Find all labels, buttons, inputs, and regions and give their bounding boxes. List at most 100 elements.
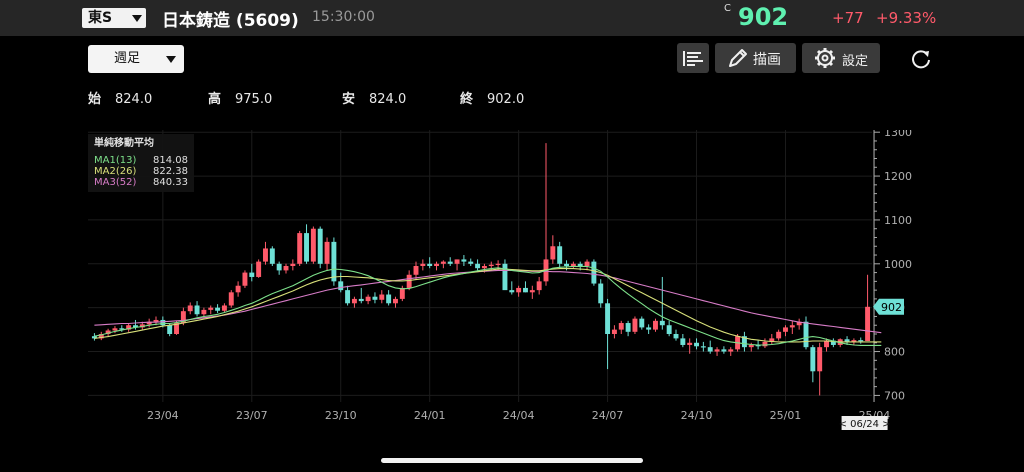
candle-body [591, 261, 597, 284]
candle-body [475, 263, 481, 269]
low-value: 824.0 [369, 92, 407, 107]
candle-body [365, 296, 371, 302]
current-date-label: < 06/24 > [839, 419, 891, 430]
candle-body [783, 327, 788, 332]
candle-body [256, 261, 262, 277]
candle-body [351, 298, 357, 304]
period-selector[interactable]: 週足 [88, 45, 184, 73]
ohlc-low: 安 824.0 [342, 88, 406, 107]
candle-body [488, 264, 494, 266]
ma1-line [94, 265, 882, 346]
candle-body [728, 349, 734, 352]
candle-body [605, 303, 611, 334]
candle-body [324, 241, 330, 264]
chevron-down-icon [132, 15, 142, 22]
market-selector[interactable]: 東S [82, 8, 146, 28]
candle-body [509, 290, 515, 293]
candle-body [495, 263, 501, 266]
candle-body [516, 287, 522, 293]
settings-button[interactable]: 設定 [802, 43, 880, 73]
candle-body [639, 318, 645, 328]
candle-body [331, 241, 337, 282]
candle-body [577, 263, 583, 266]
legend-item-label: MA1(13) [94, 155, 136, 166]
candle-body [611, 329, 617, 334]
candle-body [557, 246, 563, 264]
legend-item-value: 814.08 [153, 155, 188, 166]
price-label: C [724, 3, 731, 14]
candle-body [228, 292, 234, 306]
candle-body [817, 347, 823, 372]
open-label: 始 [88, 92, 102, 107]
legend-item-label: MA2(26) [94, 166, 136, 177]
x-tick-label: 23/04 [147, 409, 179, 422]
x-tick-label: 24/07 [592, 409, 624, 422]
x-tick-label: 23/10 [325, 409, 357, 422]
candle-body [550, 246, 556, 260]
candle-body [372, 296, 378, 300]
candle-body [167, 325, 173, 334]
candle-body [386, 294, 392, 304]
candle-body [263, 248, 268, 262]
candle-body [714, 349, 720, 352]
candle-body [666, 325, 672, 334]
candle-body [584, 261, 590, 266]
candle-body [406, 274, 412, 288]
ohlc-open: 始 824.0 [88, 88, 152, 107]
gear-icon [815, 48, 835, 68]
candle-body [215, 307, 221, 311]
candle-body [290, 263, 296, 266]
candle-body [249, 272, 255, 277]
candle-body [208, 307, 214, 310]
y-tick-label: 700 [884, 389, 905, 402]
candle-body [748, 344, 754, 348]
legend-item-label: MA3(52) [94, 177, 136, 188]
y-tick-label: 1100 [884, 214, 912, 227]
current-price-tag-label: 902 [881, 301, 902, 314]
ohlc-close: 終 902.0 [460, 88, 524, 107]
bar-list-icon [683, 51, 703, 66]
top-bar: 東S 日本鋳造 (5609) 15:30:00 C 902 +77 +9.33% [0, 0, 1024, 36]
candle-body [160, 319, 166, 326]
draw-button[interactable]: 描画 [715, 43, 796, 73]
indicator-list-button[interactable] [677, 43, 709, 73]
candle-body [865, 306, 871, 342]
candle-body [762, 341, 768, 347]
candle-body [310, 228, 316, 262]
close-value: 902.0 [487, 92, 525, 107]
candle-body [653, 320, 658, 330]
candle-body [194, 305, 200, 315]
candle-body [235, 285, 241, 293]
candle-body [680, 338, 686, 345]
stock-time: 15:30:00 [312, 9, 375, 25]
ma3-line [94, 269, 882, 334]
candle-body [810, 347, 816, 372]
reload-icon[interactable] [908, 46, 934, 72]
candle-body [570, 263, 576, 266]
candle-body [461, 259, 467, 262]
candle-body [434, 263, 439, 266]
candle-body [687, 342, 693, 345]
candle-body [523, 287, 528, 293]
close-label: 終 [460, 92, 474, 107]
candle-body [673, 334, 679, 339]
candle-body [399, 287, 405, 299]
legend-item-value: 822.38 [153, 166, 188, 177]
y-tick-label: 1000 [884, 258, 912, 271]
candle-body [297, 233, 303, 264]
candle-body [427, 263, 433, 266]
candle-body [454, 259, 460, 264]
price-change: +77 [832, 9, 864, 27]
candle-body [393, 298, 398, 304]
candle-body [317, 228, 323, 264]
high-label: 高 [208, 92, 222, 107]
ohlc-high: 高 975.0 [208, 88, 272, 107]
candle-body [632, 318, 638, 332]
candle-body [789, 325, 795, 328]
x-tick-label: 24/10 [681, 409, 713, 422]
candle-body [420, 263, 426, 266]
candle-body [304, 233, 309, 262]
price-chart[interactable]: 130012001100100090080070023/0423/0723/10… [88, 130, 920, 432]
legend-title: 単純移動平均 [94, 136, 154, 149]
candle-body [481, 266, 487, 269]
